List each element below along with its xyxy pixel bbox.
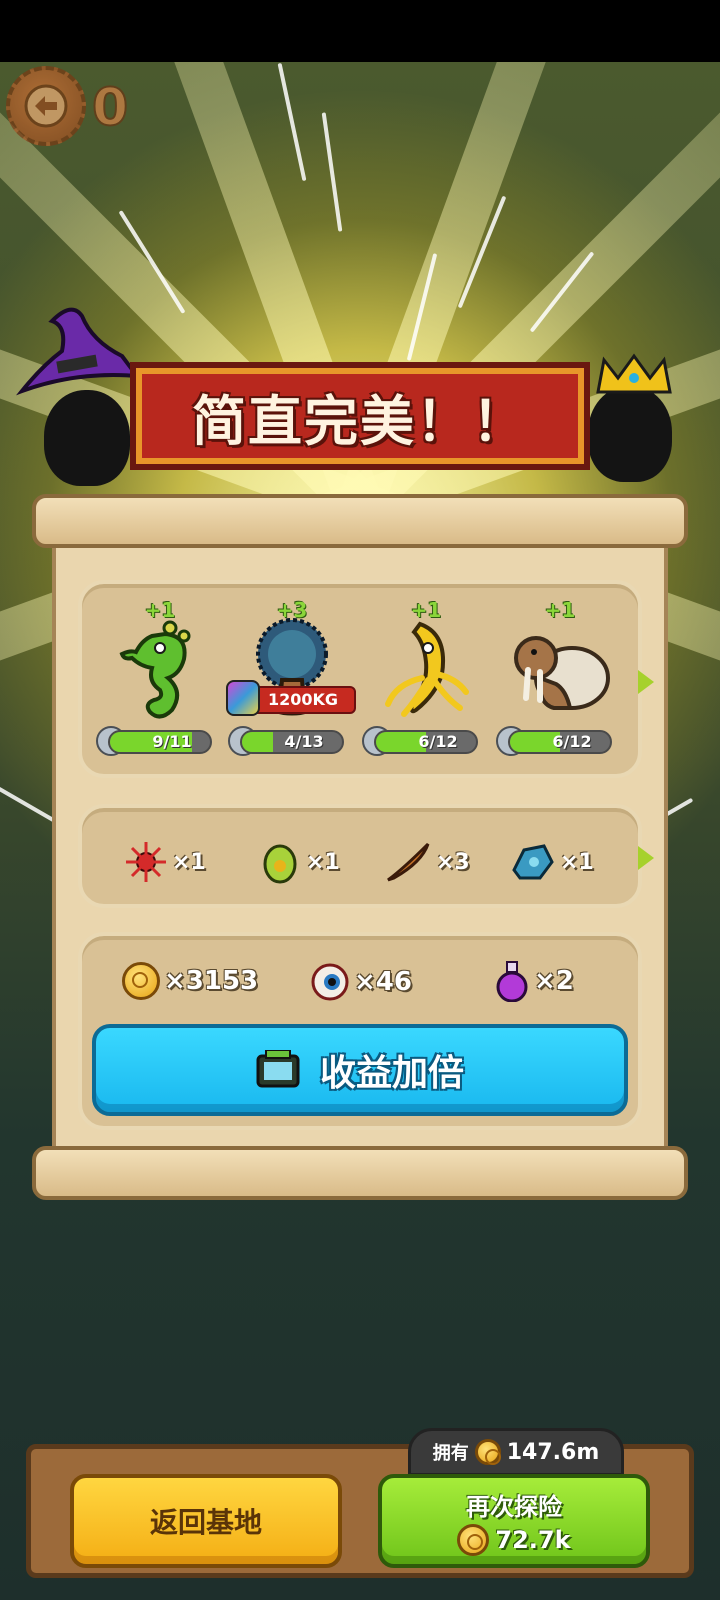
weight-badge: 1200KG — [226, 680, 356, 716]
item-qty: ×1 — [172, 849, 206, 875]
item-1[interactable]: ×1 — [124, 840, 206, 884]
feather-icon — [387, 842, 430, 882]
reward-qty: ×3153 — [164, 966, 259, 996]
monster-progress-bar: 6/12 — [508, 730, 612, 754]
reward-eyeballs: ×46 — [310, 962, 412, 1002]
back-arrow-icon — [24, 84, 68, 128]
explore-cost-value: 72.7k — [495, 1525, 571, 1554]
explore-cost: 72.7k — [457, 1523, 571, 1556]
coin-icon — [122, 962, 160, 1000]
green-egg-icon — [263, 844, 297, 884]
coin-icon — [474, 1439, 501, 1465]
red-spiky-icon — [126, 842, 166, 882]
monster-progress-bar: 9/11 — [108, 730, 212, 754]
monster-count: 9/11 — [152, 732, 192, 751]
owned-label: 拥有 — [432, 1443, 469, 1464]
items-next-icon[interactable] — [638, 846, 654, 870]
blue-device-icon — [512, 844, 554, 880]
explore-again-label: 再次探险 — [466, 1492, 562, 1521]
scroll-top-rod — [32, 494, 688, 548]
item-2[interactable]: ×1 — [258, 840, 340, 884]
item-3[interactable]: ×3 — [384, 840, 470, 884]
weight-icon — [226, 680, 260, 716]
monster-count: 6/12 — [552, 732, 592, 751]
score-counter: 0 — [91, 77, 129, 139]
owned-value: 147.6m — [506, 1439, 600, 1465]
eyeball-icon — [311, 963, 349, 1001]
coin-icon — [457, 1523, 490, 1556]
monster-count: 6/12 — [418, 732, 458, 751]
seahorse-icon — [119, 620, 191, 719]
reward-coins: ×3153 — [122, 962, 258, 1000]
king-creature — [588, 386, 672, 482]
potion-icon — [496, 961, 528, 1002]
banner-title: 简直完美！！ — [192, 389, 528, 453]
monster-count: 4/13 — [284, 732, 324, 751]
owned-coins: 拥有 147.6m — [408, 1428, 624, 1476]
return-base-label: 返回基地 — [149, 1506, 262, 1539]
monster-progress-bar: 6/12 — [374, 730, 478, 754]
explore-again-button[interactable]: 再次探险 72.7k — [378, 1474, 650, 1568]
item-qty: ×1 — [306, 849, 340, 875]
result-banner: 简直完美！！ — [130, 362, 590, 470]
crown-icon — [596, 353, 672, 394]
item-qty: ×1 — [560, 849, 594, 875]
tv-ad-icon — [256, 1050, 300, 1088]
banana-squid-icon — [385, 621, 469, 717]
double-rewards-button[interactable]: 收益加倍 — [92, 1024, 628, 1116]
weight-value: 1200KG — [268, 690, 339, 709]
monsters-next-icon[interactable] — [638, 670, 654, 694]
walrus-icon — [514, 636, 610, 710]
item-4[interactable]: ×1 — [510, 840, 594, 884]
reward-potions: ×2 — [494, 960, 574, 1002]
witch-hat-icon — [15, 307, 142, 396]
reward-qty: ×2 — [534, 966, 574, 996]
monster-progress-bar: 4/13 — [240, 730, 344, 754]
return-base-button[interactable]: 返回基地 — [70, 1474, 342, 1568]
back-button[interactable] — [6, 66, 86, 146]
scroll-bottom-rod — [32, 1146, 688, 1200]
item-qty: ×3 — [436, 849, 470, 875]
double-rewards-label: 收益加倍 — [319, 1053, 464, 1094]
reward-qty: ×46 — [354, 967, 412, 997]
status-bar — [0, 0, 720, 62]
